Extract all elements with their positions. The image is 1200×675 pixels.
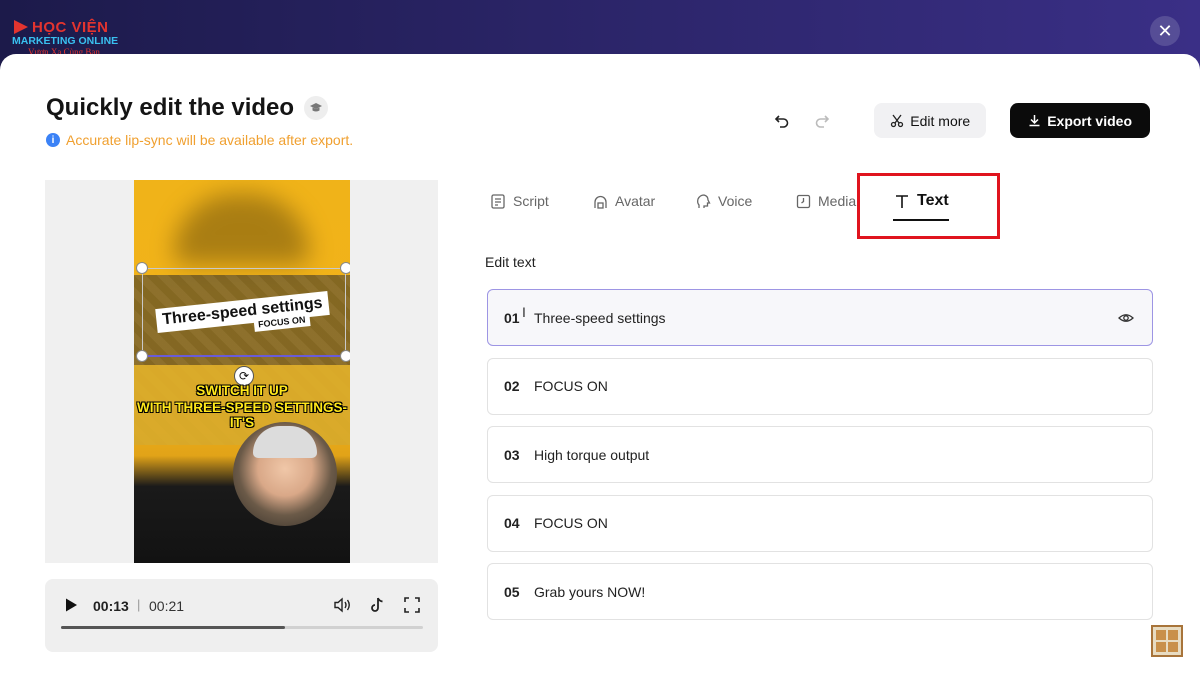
text-item-number: 02 (504, 378, 520, 394)
eye-icon[interactable] (1118, 310, 1134, 326)
volume-icon[interactable] (332, 595, 352, 615)
tab-script-label: Script (513, 193, 549, 209)
resize-handle-top-left[interactable] (136, 262, 148, 274)
tiktok-icon[interactable] (367, 595, 387, 615)
play-icon[interactable] (63, 597, 79, 613)
redo-button[interactable] (808, 107, 836, 135)
info-icon: i (46, 133, 60, 147)
text-item-value[interactable]: Three-speed settings (534, 310, 666, 326)
text-tab-highlight (857, 173, 1000, 239)
brand-line-2: MARKETING ONLINE (12, 35, 119, 47)
text-selection-box[interactable] (142, 268, 346, 356)
video-player-controls: 00:13 | 00:21 (45, 579, 438, 652)
tab-avatar-label: Avatar (615, 193, 656, 209)
brand-line-1: HỌC VIỆN (32, 18, 109, 36)
graduation-cap-icon[interactable] (304, 96, 329, 120)
edit-text-label: Edit text (485, 254, 536, 270)
notice-text: Accurate lip-sync will be available afte… (66, 132, 354, 148)
total-time: 00:21 (149, 598, 185, 614)
subtitle-line-2: WITH THREE-SPEED SETTINGS-IT'S (136, 400, 347, 430)
text-item-number: 04 (504, 515, 520, 531)
page-title: Quickly edit the video (46, 94, 295, 121)
avatar-cap (253, 426, 317, 458)
export-video-label: Export video (1047, 112, 1132, 129)
edit-video-modal: Quickly edit the video i Accurate lip-sy… (0, 54, 1200, 675)
text-cursor-icon: I (522, 304, 526, 320)
text-item-value[interactable]: FOCUS ON (534, 515, 608, 531)
script-icon (491, 193, 505, 209)
selection-guide-line (142, 355, 346, 357)
tab-voice[interactable]: Voice (695, 187, 795, 215)
resize-handle-bottom-left[interactable] (136, 350, 148, 362)
undo-icon (775, 114, 789, 128)
text-item[interactable]: 01 I Three-speed settings (487, 289, 1153, 346)
current-time: 00:13 (93, 598, 129, 614)
image-gallery-icon[interactable] (1151, 625, 1183, 657)
video-preview-area: Three-speed settings FOCUS ON ⟳ SWITCH I… (45, 180, 438, 563)
lip-sync-notice: i Accurate lip-sync will be available af… (46, 132, 353, 148)
avatar-bubble[interactable] (233, 422, 337, 526)
text-item-value[interactable]: High torque output (534, 447, 649, 463)
text-item-value[interactable]: Grab yours NOW! (534, 584, 645, 600)
text-item[interactable]: 05 Grab yours NOW! (487, 563, 1153, 620)
brand-play-icon (14, 20, 28, 34)
text-item-list: 01 I Three-speed settings 02 FOCUS ON 03… (487, 289, 1153, 632)
voice-icon (697, 193, 711, 208)
media-icon (796, 194, 811, 208)
resize-handle-top-right[interactable] (340, 262, 350, 274)
download-icon (1029, 115, 1040, 127)
edit-more-label: Edit more (910, 112, 971, 129)
text-item-number: 01 (504, 309, 520, 326)
resize-handle-bottom-right[interactable] (340, 350, 350, 362)
undo-button[interactable] (768, 107, 796, 135)
text-item-number: 05 (504, 583, 520, 600)
edit-more-button[interactable]: Edit more (874, 103, 987, 138)
avatar-icon (594, 195, 607, 209)
close-button[interactable]: ✕ (1150, 16, 1180, 46)
time-separator: | (137, 597, 141, 612)
tab-avatar[interactable]: Avatar (592, 187, 695, 215)
blurred-background (174, 194, 309, 264)
video-canvas[interactable]: Three-speed settings FOCUS ON ⟳ SWITCH I… (134, 180, 350, 563)
export-video-button[interactable]: Export video (1010, 103, 1150, 138)
text-item[interactable]: 02 FOCUS ON (487, 357, 1153, 415)
text-item-value[interactable]: FOCUS ON (534, 378, 608, 394)
progress-bar[interactable] (61, 626, 423, 629)
text-item[interactable]: 04 FOCUS ON (487, 494, 1153, 552)
text-item-number: 03 (504, 446, 520, 463)
close-icon: ✕ (1157, 20, 1173, 41)
subtitle-line-1: SWITCH IT UP (196, 383, 288, 398)
redo-icon (815, 114, 830, 128)
tab-script[interactable]: Script (490, 187, 592, 215)
scissors-icon (891, 114, 904, 127)
fullscreen-icon[interactable] (402, 595, 422, 615)
tab-media-label: Media (818, 193, 857, 209)
progress-fill (61, 626, 286, 629)
top-actions: Edit more Export video (768, 103, 1150, 138)
text-item[interactable]: 03 High torque output (487, 426, 1153, 483)
tab-voice-label: Voice (718, 193, 753, 209)
